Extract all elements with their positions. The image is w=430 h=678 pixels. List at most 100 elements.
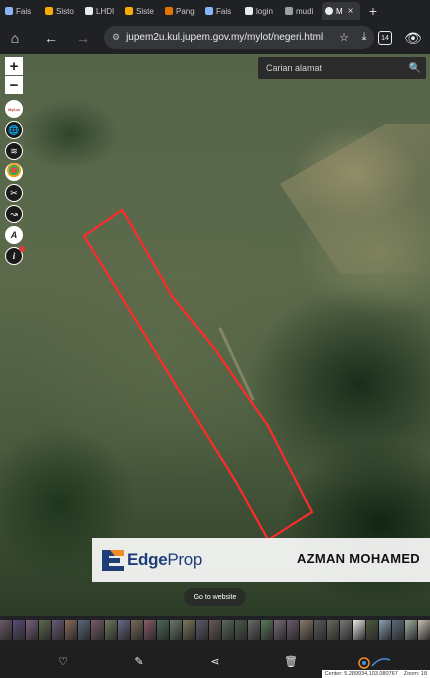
photo-thumbnail[interactable] — [418, 620, 430, 640]
photo-thumbnail[interactable] — [169, 620, 182, 640]
mylot-logo-icon[interactable]: MyLot — [5, 100, 23, 118]
tab-switcher-button[interactable]: 14 — [372, 25, 398, 51]
ruler-glyph: ✂ — [10, 187, 18, 198]
photo-thumbnail[interactable] — [391, 620, 404, 640]
browser-tab-3[interactable]: LHDI — [82, 2, 120, 20]
zoom-level: Zoom: 18 — [403, 671, 427, 677]
browser-tab-1[interactable]: Fais — [2, 2, 40, 20]
photo-thumbnail[interactable] — [261, 620, 274, 640]
tab-favicon — [205, 7, 213, 15]
browser-tab-active[interactable]: M × — [322, 2, 360, 20]
zoom-controls: + − — [5, 57, 23, 94]
edit-icon[interactable]: ✎ — [132, 654, 146, 668]
layers-glyph: ≋ — [10, 145, 18, 156]
tab-count: 14 — [378, 31, 392, 45]
heart-icon[interactable]: ♡ — [56, 654, 70, 668]
photo-thumbnail-strip — [0, 620, 430, 640]
tab-favicon — [85, 7, 93, 15]
browser-tab-8[interactable]: mudi — [282, 2, 320, 20]
address-bar[interactable]: ⚙ jupem2u.kul.jupem.gov.my/mylot/negeri.… — [104, 26, 374, 49]
brand-prop: Prop — [167, 550, 203, 569]
tab-favicon — [125, 7, 133, 15]
photo-thumbnail[interactable] — [182, 620, 195, 640]
photo-thumbnail[interactable] — [26, 620, 39, 640]
layers-icon[interactable]: ≋ — [5, 142, 23, 160]
photo-thumbnail[interactable] — [104, 620, 117, 640]
jupem-logo — [358, 657, 391, 669]
photo-thumbnail[interactable] — [313, 620, 326, 640]
photo-thumbnail[interactable] — [248, 620, 261, 640]
info-icon[interactable]: i — [5, 246, 25, 265]
screen: Fais Sisto LHDI Siste Pang Fais login mu… — [0, 0, 430, 678]
photo-thumbnail[interactable] — [52, 620, 65, 640]
forward-icon[interactable]: → — [70, 25, 96, 51]
photo-thumbnail[interactable] — [339, 620, 352, 640]
photo-thumbnail[interactable] — [143, 620, 156, 640]
browser-tab-7[interactable]: login — [242, 2, 280, 20]
ruler-icon[interactable]: ✂ — [5, 184, 23, 202]
photo-thumbnail[interactable] — [378, 620, 391, 640]
tab-strip: Fais Sisto LHDI Siste Pang Fais login mu… — [0, 0, 430, 22]
browser-tab-4[interactable]: Siste — [122, 2, 160, 20]
globe-icon[interactable]: 🌐 — [5, 121, 23, 139]
browser-tab-2[interactable]: Sisto — [42, 2, 80, 20]
photo-thumbnail[interactable] — [195, 620, 208, 640]
share-icon[interactable]: ⋖ — [208, 654, 222, 668]
photo-thumbnail[interactable] — [274, 620, 287, 640]
text-tool-icon[interactable]: A — [5, 226, 23, 244]
trash-icon[interactable]: 🗑 — [284, 654, 298, 668]
photo-thumbnail[interactable] — [156, 620, 169, 640]
tab-label: Fais — [16, 6, 32, 16]
tab-label: Fais — [216, 6, 232, 16]
search-icon[interactable]: 🔍 — [404, 57, 426, 79]
map-control-panel: + − MyLot 🌐 ≋ ✂ ↝ A i — [5, 57, 25, 265]
photo-thumbnail[interactable] — [13, 620, 26, 640]
photo-thumbnail[interactable] — [91, 620, 104, 640]
download-icon[interactable]: ⤓ — [354, 31, 374, 44]
photo-thumbnail[interactable] — [65, 620, 78, 640]
pin-icon[interactable] — [5, 163, 23, 181]
photo-thumbnail[interactable] — [235, 620, 248, 640]
globe-glyph: 🌐 — [8, 124, 20, 135]
photo-thumbnail[interactable] — [222, 620, 235, 640]
new-tab-button[interactable]: + — [364, 3, 382, 19]
photo-thumbnail[interactable] — [352, 620, 365, 640]
map-view[interactable]: + − MyLot 🌐 ≋ ✂ ↝ A i 🔍 EdgeProp — [0, 54, 430, 616]
photo-thumbnail[interactable] — [404, 620, 417, 640]
browser-tab-5[interactable]: Pang — [162, 2, 200, 20]
tab-favicon — [285, 7, 293, 15]
bookmark-star-icon[interactable]: ☆ — [334, 31, 354, 44]
photo-thumbnail[interactable] — [78, 620, 91, 640]
land-parcel-outline[interactable] — [82, 208, 314, 542]
center-coordinates: Center: 5.289934,103.080767 — [324, 671, 398, 677]
photo-thumbnail[interactable] — [130, 620, 143, 640]
home-icon[interactable]: ⌂ — [2, 25, 28, 51]
site-info-icon[interactable]: ⚙ — [112, 32, 120, 43]
photo-thumbnail[interactable] — [209, 620, 222, 640]
tab-close-icon[interactable]: × — [348, 6, 354, 17]
eye-icon[interactable]: 👁 — [400, 25, 426, 51]
back-icon[interactable]: ← — [38, 25, 64, 51]
photo-thumbnail[interactable] — [39, 620, 52, 640]
browser-tab-6[interactable]: Fais — [202, 2, 240, 20]
photo-thumbnail[interactable] — [287, 620, 300, 640]
text-tool-glyph: A — [10, 230, 18, 240]
address-search-input[interactable] — [258, 57, 404, 79]
zoom-out-button[interactable]: − — [5, 76, 23, 94]
edgeprop-logo-mark — [102, 550, 124, 571]
tab-label: Pang — [176, 6, 195, 16]
tab-label: M — [336, 6, 343, 16]
address-search: 🔍 — [258, 57, 426, 79]
go-to-website-button[interactable]: Go to website — [184, 588, 246, 606]
route-icon[interactable]: ↝ — [5, 205, 23, 223]
photo-thumbnail[interactable] — [0, 620, 13, 640]
route-glyph: ↝ — [10, 208, 18, 219]
photo-thumbnail[interactable] — [300, 620, 313, 640]
photo-thumbnail[interactable] — [117, 620, 130, 640]
tab-label: Sisto — [56, 6, 74, 16]
tab-label: mudi — [296, 6, 314, 16]
photo-thumbnail[interactable] — [365, 620, 378, 640]
photo-thumbnail[interactable] — [326, 620, 339, 640]
url-text: jupem2u.kul.jupem.gov.my/mylot/negeri.ht… — [126, 32, 324, 43]
zoom-in-button[interactable]: + — [5, 57, 23, 75]
